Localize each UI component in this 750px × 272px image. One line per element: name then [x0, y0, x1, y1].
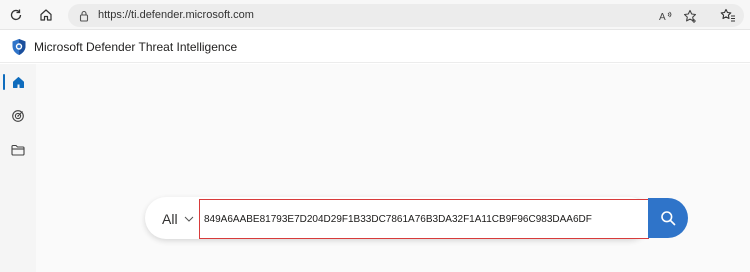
main-content: [36, 64, 750, 272]
browser-toolbar: https://ti.defender.microsoft.com A: [0, 0, 750, 30]
sidebar: [0, 64, 36, 272]
favorites-button[interactable]: [718, 5, 738, 25]
search-input[interactable]: [199, 199, 649, 239]
search-button[interactable]: [648, 198, 688, 238]
lock-icon: [78, 9, 90, 27]
folder-icon: [11, 144, 25, 156]
favorites-list-icon: [720, 8, 735, 22]
home-icon: [40, 9, 52, 21]
home-button[interactable]: [36, 5, 56, 25]
address-bar[interactable]: https://ti.defender.microsoft.com A: [68, 4, 744, 27]
favorite-icon[interactable]: [682, 8, 698, 24]
refresh-button[interactable]: [6, 5, 26, 25]
search-icon: [661, 211, 676, 226]
defender-shield-logo: [11, 38, 27, 56]
scope-dropdown[interactable]: All: [162, 211, 194, 227]
chevron-down-icon: [184, 216, 193, 222]
app-header: Microsoft Defender Threat Intelligence: [0, 31, 750, 63]
svg-text:A: A: [659, 12, 666, 22]
scope-label: All: [162, 211, 178, 227]
home-icon: [12, 76, 24, 88]
sidebar-item-home[interactable]: [0, 68, 36, 96]
target-icon: [12, 110, 24, 122]
app-title: Microsoft Defender Threat Intelligence: [34, 40, 238, 54]
read-aloud-icon[interactable]: A: [658, 8, 674, 24]
refresh-icon: [10, 9, 22, 21]
sidebar-item-intel[interactable]: [0, 102, 36, 130]
sidebar-item-projects[interactable]: [0, 136, 36, 164]
address-url: https://ti.defender.microsoft.com: [98, 9, 254, 21]
